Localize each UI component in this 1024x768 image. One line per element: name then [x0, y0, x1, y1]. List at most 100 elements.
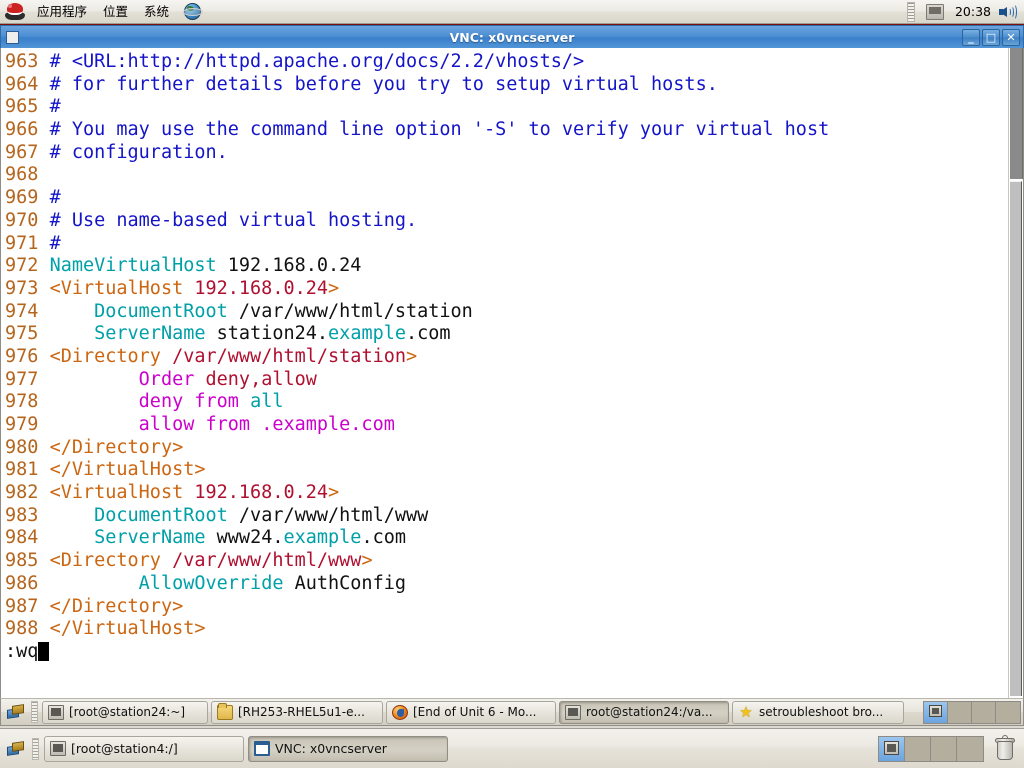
menu-places[interactable]: 位置: [95, 1, 136, 23]
taskbar-button[interactable]: VNC: x0vncserver: [248, 736, 448, 762]
code-line: 982 <VirtualHost 192.168.0.24>: [5, 482, 1008, 505]
taskbar-button-label: [RH253-RHEL5u1-e...: [238, 705, 365, 719]
terminal-icon: [50, 741, 66, 756]
code-segment: example: [328, 323, 406, 344]
maximize-button[interactable]: □: [982, 29, 1000, 46]
line-number: 973: [5, 278, 50, 299]
star-icon: ★: [738, 705, 754, 720]
taskbar-button[interactable]: [RH253-RHEL5u1-e...: [211, 701, 383, 724]
line-number: 974: [5, 301, 50, 322]
workspace-cell[interactable]: [948, 702, 972, 723]
line-number: 966: [5, 119, 50, 140]
workspace-cell[interactable]: [957, 737, 983, 761]
code-segment: [50, 323, 95, 344]
code-segment: <Directory: [50, 346, 173, 367]
terminal-scrollbar[interactable]: [1008, 48, 1023, 698]
line-number: 972: [5, 255, 50, 276]
workspace-cell[interactable]: [879, 737, 905, 761]
workspace-switcher[interactable]: [923, 701, 1021, 724]
code-line: 979 allow from .example.com: [5, 414, 1008, 437]
code-line: 967 # configuration.: [5, 142, 1008, 165]
line-number: 985: [5, 550, 50, 571]
code-segment: AuthConfig: [283, 573, 406, 594]
redhat-menu-icon[interactable]: [4, 1, 26, 23]
firefox-icon: [392, 705, 408, 720]
taskbar-button[interactable]: [root@station24:~]: [42, 701, 208, 724]
code-line: 972 NameVirtualHost 192.168.0.24: [5, 255, 1008, 278]
taskbar-button[interactable]: ★setroubleshoot bro...: [732, 701, 904, 724]
code-segment: </Directory>: [50, 437, 184, 458]
code-segment: [50, 573, 139, 594]
line-number: 963: [5, 51, 50, 72]
menu-system[interactable]: 系统: [136, 1, 177, 23]
line-number: 987: [5, 596, 50, 617]
code-line: 987 </Directory>: [5, 596, 1008, 619]
terminal-view[interactable]: 963 # <URL:http://httpd.apache.org/docs/…: [0, 48, 1024, 698]
taskbar-button[interactable]: root@station24:/va...: [559, 701, 729, 724]
code-segment: NameVirtualHost: [50, 255, 217, 276]
workspace-cell[interactable]: [996, 702, 1020, 723]
code-line: 977 Order deny,allow: [5, 369, 1008, 392]
show-desktop-icon[interactable]: [5, 738, 27, 760]
taskbar-button[interactable]: [root@station4:/]: [44, 736, 244, 762]
workspace-cell[interactable]: [924, 702, 948, 723]
code-segment: [50, 414, 139, 435]
code-segment: <VirtualHost: [50, 482, 195, 503]
window-menu-icon[interactable]: [6, 31, 19, 44]
line-number: 965: [5, 96, 50, 117]
clock[interactable]: 20:38: [950, 4, 996, 19]
code-line: 964 # for further details before you try…: [5, 74, 1008, 97]
taskbar-button-label: [root@station4:/]: [71, 741, 178, 756]
vim-command-line[interactable]: :wq: [5, 641, 1008, 664]
window-titlebar[interactable]: VNC: x0vncserver _ □ ✕: [0, 25, 1024, 48]
code-line: 971 #: [5, 233, 1008, 256]
terminal-icon: [48, 705, 64, 720]
globe-icon[interactable]: [183, 2, 203, 22]
code-segment: [50, 391, 139, 412]
code-segment: DocumentRoot: [94, 301, 228, 322]
display-icon[interactable]: [926, 4, 944, 20]
scrollbar-lower-region[interactable]: [1010, 181, 1022, 696]
code-segment: AllowOverride: [139, 573, 284, 594]
code-line: 983 DocumentRoot /var/www/html/www: [5, 505, 1008, 528]
line-number: 978: [5, 391, 50, 412]
code-segment: </VirtualHost>: [50, 459, 206, 480]
workspace-switcher[interactable]: [878, 736, 984, 762]
code-line: 965 #: [5, 96, 1008, 119]
trash-icon[interactable]: [994, 736, 1016, 762]
minimize-button[interactable]: _: [962, 29, 980, 46]
taskbar-handle[interactable]: [31, 701, 38, 723]
code-line: 978 deny from all: [5, 391, 1008, 414]
taskbar-button-label: VNC: x0vncserver: [275, 741, 387, 756]
speaker-icon[interactable]: [998, 3, 1018, 21]
workspace-cell[interactable]: [905, 737, 931, 761]
code-segment: </Directory>: [50, 596, 184, 617]
workspace-cell[interactable]: [972, 702, 996, 723]
line-number: 983: [5, 505, 50, 526]
window-title: VNC: x0vncserver: [1, 30, 1023, 45]
close-button[interactable]: ✕: [1002, 29, 1020, 46]
taskbar-button-label: [End of Unit 6 - Mo...: [413, 705, 536, 719]
code-segment: example: [283, 527, 361, 548]
panel-handle[interactable]: [907, 2, 915, 22]
menu-applications[interactable]: 应用程序: [29, 1, 95, 23]
code-segment: Order: [139, 369, 195, 390]
code-segment: .com: [361, 527, 406, 548]
code-segment: /var/www/html/station: [228, 301, 473, 322]
taskbar-button[interactable]: [End of Unit 6 - Mo...: [386, 701, 556, 724]
line-number: 969: [5, 187, 50, 208]
code-segment: <Directory: [50, 550, 173, 571]
workspace-cell[interactable]: [931, 737, 957, 761]
code-segment: 192.168.0.24: [217, 255, 362, 276]
code-segment: 192.168.0.24: [194, 278, 328, 299]
line-number: 979: [5, 414, 50, 435]
code-segment: >: [328, 482, 339, 503]
code-line: 985 <Directory /var/www/html/www>: [5, 550, 1008, 573]
taskbar-handle[interactable]: [32, 738, 39, 760]
code-line: 988 </VirtualHost>: [5, 618, 1008, 641]
code-segment: #: [50, 233, 61, 254]
line-number: 970: [5, 210, 50, 231]
code-segment: [50, 527, 95, 548]
show-desktop-icon[interactable]: [5, 701, 27, 723]
scrollbar-thumb[interactable]: [1010, 48, 1023, 179]
